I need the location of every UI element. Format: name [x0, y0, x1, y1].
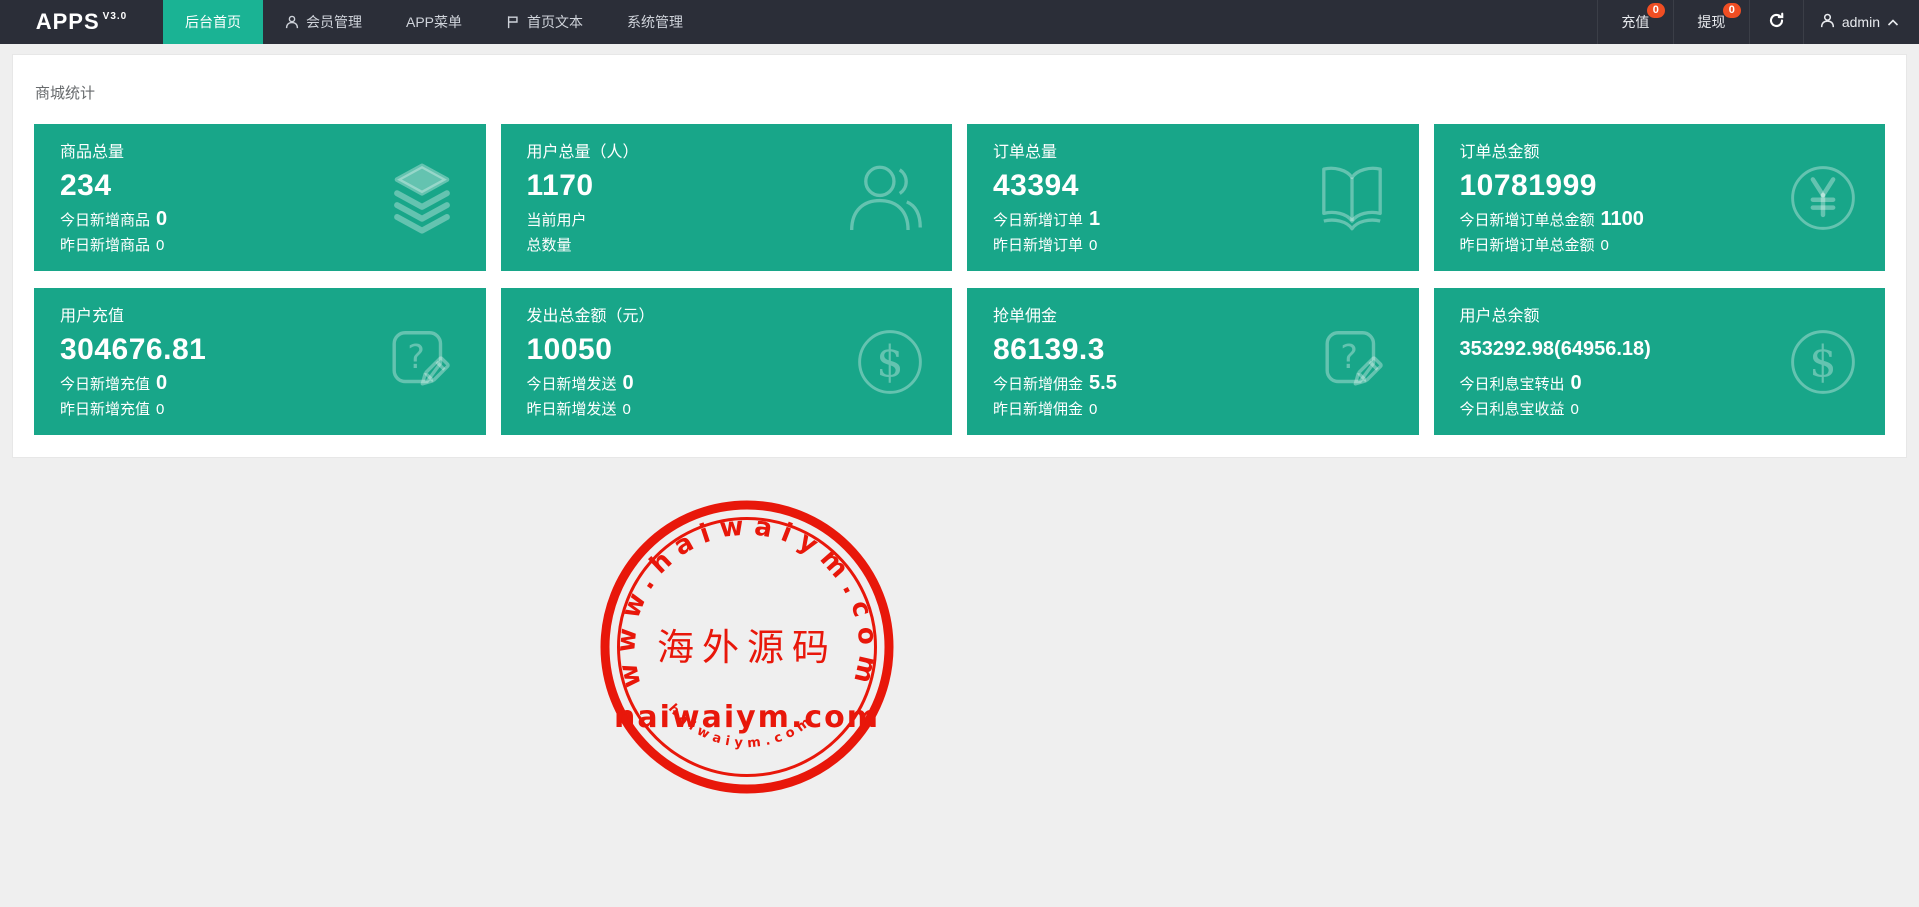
- username: admin: [1842, 14, 1880, 30]
- stamp-arc-top-text: www.haiwaiym.com: [611, 511, 883, 695]
- card-line-today-label: 今日利息宝转出: [1460, 376, 1565, 393]
- card-line-yesterday-label: 昨日新增商品: [60, 237, 150, 254]
- svg-text:$: $: [1809, 337, 1836, 387]
- card-line-today-label: 今日新增佣金: [993, 376, 1083, 393]
- nav-item-label: 系统管理: [627, 12, 683, 32]
- card-line-today-label: 今日新增订单: [993, 212, 1083, 229]
- card-line-today-label: 今日新增商品: [60, 212, 150, 229]
- stat-card-user-recharge: 用户充值 304676.81 今日新增充值0 昨日新增充值0 ?: [34, 288, 486, 435]
- nav-item-system[interactable]: 系统管理: [605, 0, 705, 44]
- nav-item-members[interactable]: 会员管理: [263, 0, 384, 44]
- card-line-today-value: 5.5: [1089, 372, 1117, 394]
- stat-card-order-commission: 抢单佣金 86139.3 今日新增佣金5.5 昨日新增佣金0 ?: [967, 288, 1419, 435]
- svg-text:haiwaiym.com: haiwaiym.com: [665, 701, 817, 751]
- stat-card-total-orders: 订单总量 43394 今日新增订单1 昨日新增订单0: [967, 124, 1419, 271]
- stamp-center-text: 海外源码: [657, 626, 837, 669]
- card-line-today-value: 1100: [1601, 208, 1644, 230]
- recharge-button[interactable]: 充值 0: [1597, 0, 1673, 44]
- dollar-icon: $: [854, 326, 926, 398]
- stamp-arc-bottom-text: haiwaiym.com: [665, 701, 817, 751]
- card-line-yesterday-value: 0: [1089, 401, 1097, 418]
- card-line-today-value: 1: [1089, 208, 1100, 230]
- app-logo[interactable]: APPS V3.0: [0, 0, 163, 44]
- svg-text:www.haiwaiym.com: www.haiwaiym.com: [611, 511, 883, 695]
- card-line-today-label: 当前用户: [527, 212, 587, 229]
- stat-card-total-products: 商品总量 234 今日新增商品0 昨日新增商品0: [34, 124, 486, 271]
- user-icon: [1820, 13, 1835, 31]
- card-line-yesterday-label: 昨日新增订单总金额: [1460, 237, 1595, 254]
- svg-text:$: $: [876, 337, 903, 387]
- card-line-yesterday: 昨日新增商品 0: [60, 233, 460, 258]
- card-line-today-label: 今日新增充值: [60, 376, 150, 393]
- card-line-yesterday-label: 昨日新增发送: [527, 401, 617, 418]
- card-line-today-label: 今日新增发送: [527, 376, 617, 393]
- main-menu: 后台首页 会员管理 APP菜单 首页文本 系统管理: [163, 0, 705, 44]
- stat-card-total-users: 用户总量（人） 1170 当前用户 总数量: [501, 124, 953, 271]
- card-line-yesterday-label: 昨日新增佣金: [993, 401, 1083, 418]
- stamp-main-text: haiwaiym.com: [614, 700, 880, 735]
- stats-grid: 商品总量 234 今日新增商品0 昨日新增商品0 用户总量（人） 1170 当前…: [34, 124, 1885, 435]
- stamp-outer-circle: [605, 505, 889, 789]
- recharge-badge: 0: [1647, 3, 1665, 18]
- doc-pen-icon: ?: [1315, 323, 1393, 401]
- withdraw-badge: 0: [1723, 3, 1741, 18]
- card-line-yesterday-value: 0: [1601, 237, 1609, 254]
- book-icon: [1311, 157, 1393, 239]
- card-line-yesterday-label: 总数量: [527, 237, 572, 254]
- card-line-today-value: 0: [623, 372, 634, 394]
- top-navbar: APPS V3.0 后台首页 会员管理 APP菜单 首页文本: [0, 0, 1919, 44]
- stat-card-total-order-amount: 订单总金额 10781999 今日新增订单总金额1100 昨日新增订单总金额0: [1434, 124, 1886, 271]
- panel-title: 商城统计: [34, 55, 1885, 124]
- layers-icon: [384, 160, 460, 236]
- navbar-right: 充值 0 提现 0 admin: [1597, 0, 1919, 44]
- card-line-yesterday: 昨日新增订单总金额 0: [1460, 233, 1860, 258]
- card-line-yesterday-label: 昨日新增订单: [993, 237, 1083, 254]
- withdraw-label: 提现: [1697, 12, 1725, 32]
- flag-icon: [506, 15, 520, 29]
- person-icon: [285, 15, 299, 29]
- stamp-inner-circle: [619, 519, 876, 776]
- withdraw-button[interactable]: 提现 0: [1673, 0, 1749, 44]
- stat-card-user-total-balance: 用户总余额 353292.98(64956.18) 今日利息宝转出0 今日利息宝…: [1434, 288, 1886, 435]
- nav-item-label: 后台首页: [185, 12, 241, 32]
- card-line-yesterday: 昨日新增充值 0: [60, 397, 460, 422]
- nav-item-label: 首页文本: [527, 12, 583, 32]
- card-line-yesterday-label: 昨日新增充值: [60, 401, 150, 418]
- dollar-icon: $: [1787, 326, 1859, 398]
- card-line-today-value: 0: [1571, 372, 1582, 394]
- card-line-yesterday-label: 今日利息宝收益: [1460, 401, 1565, 418]
- svg-text:?: ?: [407, 337, 424, 376]
- refresh-icon: [1768, 12, 1785, 32]
- user-icon: [844, 157, 926, 239]
- nav-item-dashboard[interactable]: 后台首页: [163, 0, 263, 44]
- recharge-label: 充值: [1621, 12, 1649, 32]
- nav-item-label: APP菜单: [406, 12, 462, 32]
- user-menu[interactable]: admin: [1803, 0, 1919, 44]
- svg-text:?: ?: [1340, 337, 1357, 376]
- card-line-today-label: 今日新增订单总金额: [1460, 212, 1595, 229]
- watermark-stamp: www.haiwaiym.com 海外源码 haiwaiym.com haiwa…: [597, 497, 897, 797]
- brand-version: V3.0: [103, 11, 128, 22]
- card-line-yesterday-value: 0: [623, 401, 631, 418]
- nav-item-home-text[interactable]: 首页文本: [484, 0, 605, 44]
- doc-pen-icon: ?: [382, 323, 460, 401]
- brand-name: APPS: [36, 9, 100, 35]
- stat-card-total-sent-amount: 发出总金额（元） 10050 今日新增发送0 昨日新增发送0 $: [501, 288, 953, 435]
- chevron-up-icon: [1887, 14, 1899, 30]
- stats-panel: 商城统计 商品总量 234 今日新增商品0 昨日新增商品0 用户总量（人） 11…: [12, 54, 1907, 458]
- card-line-yesterday-value: 0: [1089, 237, 1097, 254]
- card-line-yesterday: 昨日新增佣金 0: [993, 397, 1393, 422]
- yen-icon: [1787, 162, 1859, 234]
- refresh-button[interactable]: [1749, 0, 1803, 44]
- card-line-today-value: 0: [156, 372, 167, 394]
- nav-item-label: 会员管理: [306, 12, 362, 32]
- card-line-yesterday-value: 0: [156, 401, 164, 418]
- card-line-yesterday: 今日利息宝收益 0: [1460, 397, 1860, 422]
- card-line-yesterday-value: 0: [156, 237, 164, 254]
- card-line-yesterday: 昨日新增发送 0: [527, 397, 927, 422]
- card-line-yesterday-value: 0: [1571, 401, 1579, 418]
- card-line-today-value: 0: [156, 208, 167, 230]
- nav-item-app-menu[interactable]: APP菜单: [384, 0, 484, 44]
